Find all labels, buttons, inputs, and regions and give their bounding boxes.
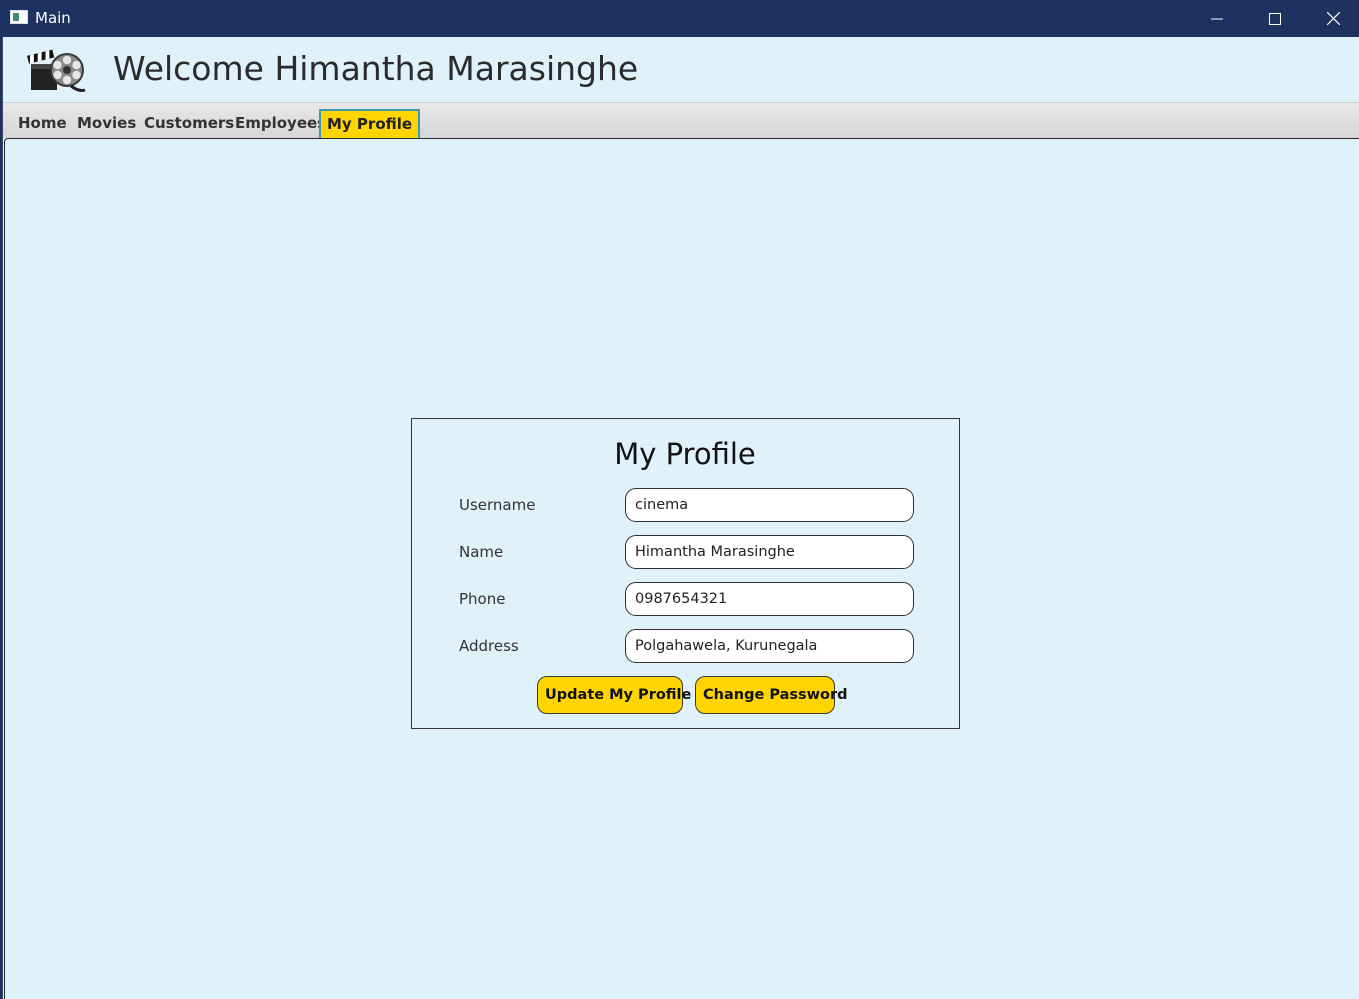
close-icon	[1326, 12, 1340, 25]
minimize-icon	[1211, 18, 1223, 19]
name-label: Name	[459, 543, 504, 561]
welcome-heading: Welcome Himantha Marasinghe	[113, 49, 639, 88]
address-field[interactable]	[625, 629, 914, 663]
change-password-button[interactable]: Change Password	[695, 676, 848, 714]
phone-label: Phone	[459, 590, 506, 608]
tab-employees[interactable]: Employees	[229, 109, 332, 139]
tab-movies[interactable]: Movies	[71, 109, 142, 139]
profile-title: My Profile	[614, 437, 756, 471]
address-label: Address	[459, 637, 519, 655]
tab-customers[interactable]: Customers	[138, 109, 240, 139]
maximize-button[interactable]	[1246, 0, 1304, 37]
username-label: Username	[459, 496, 536, 514]
window-title: Main	[35, 9, 71, 27]
film-reel-clapperboard-icon	[27, 49, 86, 92]
username-field[interactable]	[625, 488, 914, 522]
update-profile-button[interactable]: Update My Profile	[537, 676, 691, 714]
window-titlebar[interactable]: Main	[0, 0, 1359, 37]
tab-home[interactable]: Home	[12, 109, 73, 139]
close-button[interactable]	[1304, 0, 1359, 37]
app-window-icon	[10, 10, 28, 24]
profile-card: My Profile Username Name Phone Address U…	[411, 418, 960, 729]
tab-content-pane: My Profile Username Name Phone Address U…	[4, 138, 1359, 999]
name-field[interactable]	[625, 535, 914, 569]
phone-field[interactable]	[625, 582, 914, 616]
main-tab-bar: Home Movies Customers Employees My Profi…	[3, 102, 1359, 139]
maximize-icon	[1269, 12, 1281, 25]
minimize-button[interactable]	[1188, 0, 1246, 37]
main-window-client: Welcome Himantha Marasinghe Home Movies …	[2, 37, 1359, 999]
tab-my-profile[interactable]: My Profile	[319, 109, 421, 139]
app-header: Welcome Himantha Marasinghe	[3, 37, 1359, 102]
